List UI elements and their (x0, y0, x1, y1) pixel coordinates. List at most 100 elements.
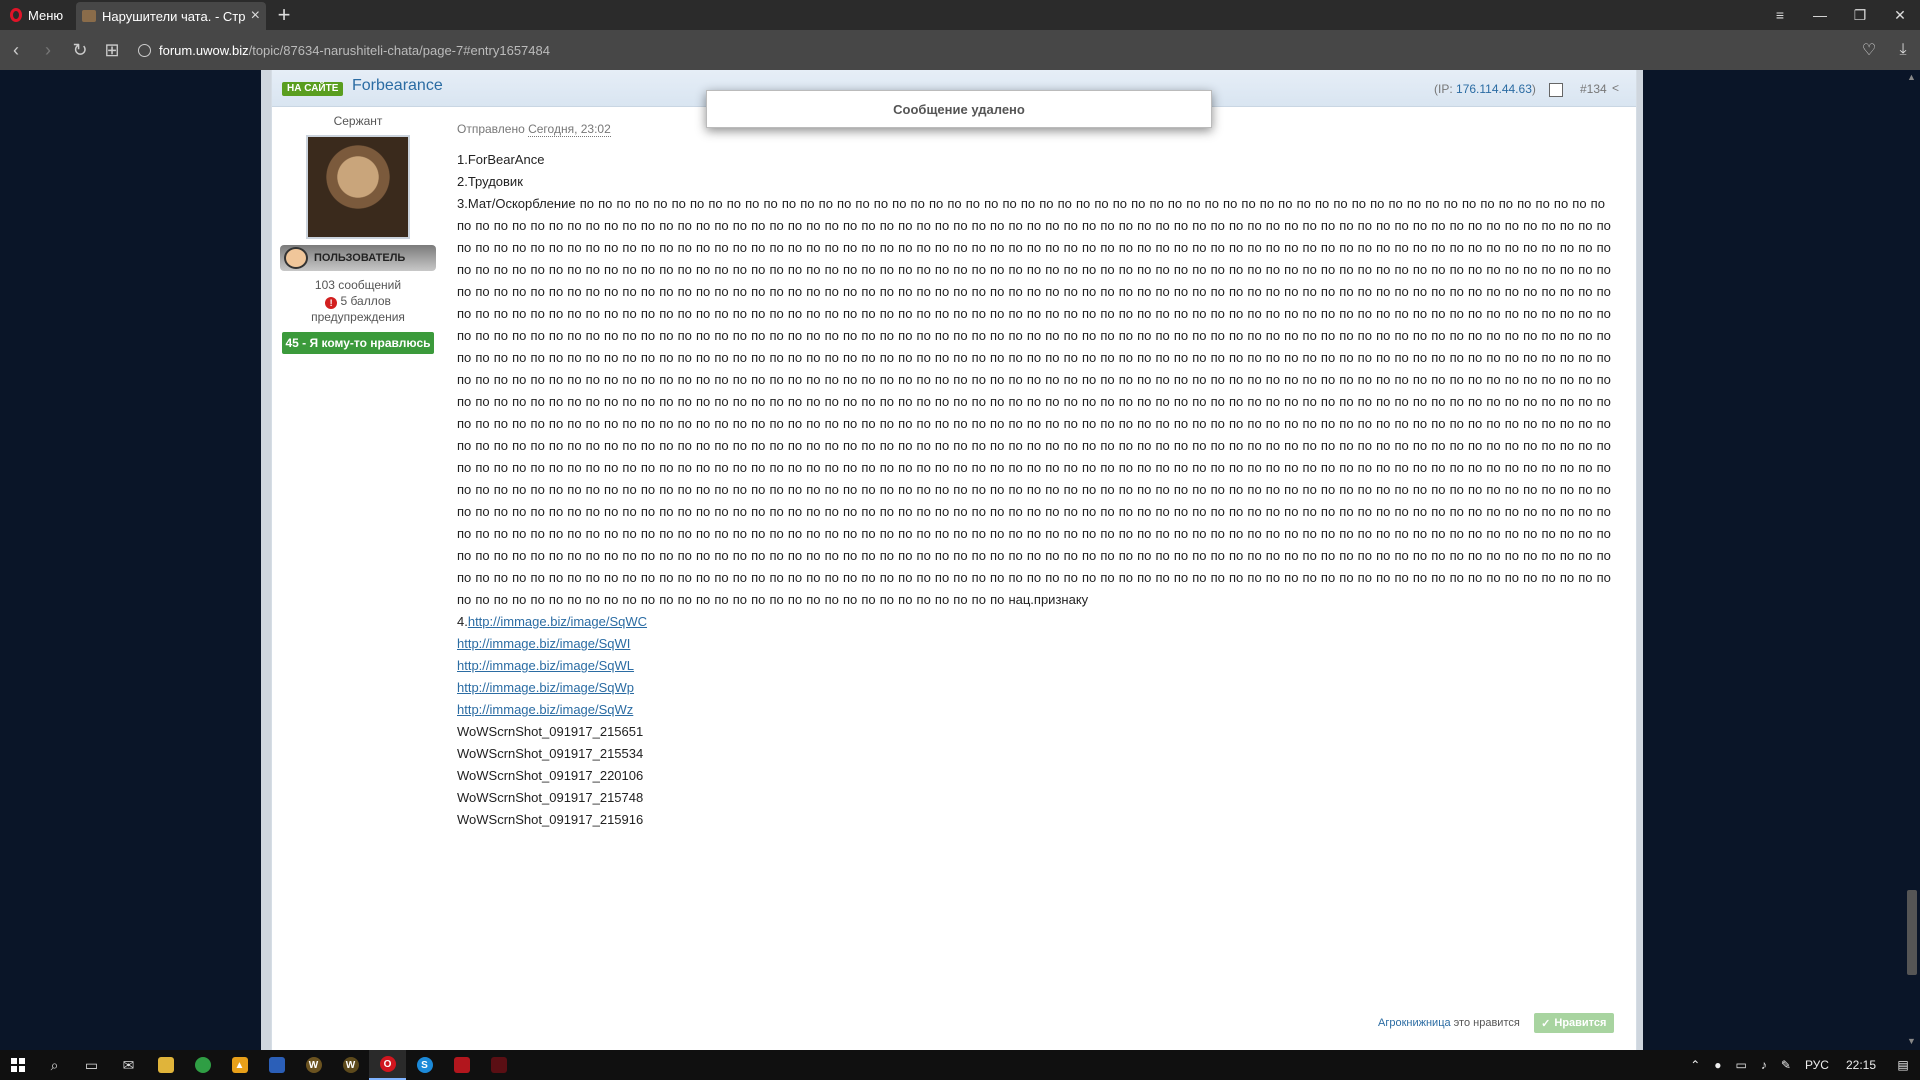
content-line-links: 4.http://immage.biz/image/SqWC (457, 611, 1617, 633)
select-post-checkbox[interactable] (1549, 83, 1563, 97)
author-column: Сержант ПОЛЬЗОВАТЕЛЬ 103 сообщений ! 5 б… (280, 114, 436, 354)
ip-close: ) (1531, 82, 1536, 96)
likes-row: Агрокнижница это нравится ✓ Нравится (1378, 1013, 1614, 1033)
forum-post: НА САЙТЕ Forbearance (IP: 176.114.44.63)… (271, 70, 1637, 1050)
pen-icon[interactable]: ✎ (1774, 1058, 1798, 1072)
share-icon[interactable]: < (1612, 81, 1619, 95)
post-count: 103 сообщений (314, 278, 402, 292)
like-button[interactable]: ✓ Нравится (1533, 1013, 1614, 1033)
user-group-icon (284, 247, 308, 269)
url-path: /topic/87634-narushiteli-chata/page-7#en… (248, 42, 550, 58)
action-center-icon[interactable]: ▤ (1886, 1058, 1920, 1072)
link-prefix: 4. (457, 614, 468, 629)
skype-icon[interactable]: S (406, 1050, 443, 1080)
bookmark-heart-icon[interactable]: ♡ (1852, 40, 1886, 60)
dark-app-icon[interactable] (480, 1050, 517, 1080)
screenshot-name: WoWScrnShot_091917_215748 (457, 790, 644, 805)
evidence-link[interactable]: http://immage.biz/image/SqWC (468, 614, 647, 629)
chrome-icon[interactable] (184, 1050, 221, 1080)
page-viewport: НА САЙТЕ Forbearance (IP: 176.114.44.63)… (0, 70, 1904, 1050)
evidence-link[interactable]: http://immage.biz/image/SqWz (457, 702, 633, 717)
opera-taskbar-icon[interactable]: O (369, 1050, 406, 1080)
network-icon[interactable]: ▭ (1729, 1058, 1754, 1072)
windows-logo-icon (11, 1058, 25, 1072)
evidence-link[interactable]: http://immage.biz/image/SqWp (457, 680, 634, 695)
date-label: Отправлено (457, 122, 529, 136)
reload-icon[interactable]: ↻ (64, 40, 96, 61)
windows-taskbar: ⌕ ▭ ✉ ▲ W W O S ⌃ ● ▭ ♪ ✎ РУС 22:15 ▤ (0, 1050, 1920, 1080)
content-line-reason: 3.Мат/Оскорбление по по по по по по по п… (457, 193, 1617, 611)
post-date: Отправлено Сегодня, 23:02 (457, 122, 1617, 137)
author-name-link[interactable]: Forbearance (352, 77, 443, 95)
address-bar: ‹ › ↻ ⊞ forum.uwow.biz/topic/87634-narus… (0, 30, 1920, 70)
tab-menu-icon[interactable]: ≡ (1760, 0, 1800, 30)
tab-favicon-icon (82, 10, 96, 22)
new-tab-button[interactable]: + (266, 0, 302, 30)
scroll-up-icon[interactable]: ▲ (1907, 72, 1916, 82)
mail-icon[interactable]: ✉ (110, 1050, 147, 1080)
like-button-label: Нравится (1554, 1017, 1607, 1029)
reason-prefix: 3.Мат/Оскорбление по по по по (457, 196, 654, 211)
avatar[interactable] (306, 135, 410, 239)
screenshot-name: WoWScrnShot_091917_220106 (457, 768, 644, 783)
warning-icon: ! (325, 297, 338, 309)
speed-dial-icon[interactable]: ⊞ (96, 40, 128, 61)
window-controls: ≡ — ❐ ✕ (1760, 0, 1920, 30)
task-view-icon[interactable]: ▭ (73, 1050, 110, 1080)
wow-launcher-icon[interactable]: W (295, 1050, 332, 1080)
language-indicator[interactable]: РУС (1798, 1058, 1836, 1072)
tray-notification-app-icon[interactable]: ● (1707, 1058, 1728, 1072)
ip-value-link[interactable]: 176.114.44.63 (1456, 82, 1532, 96)
start-button[interactable] (0, 1050, 36, 1080)
tab-close-icon[interactable]: × (251, 7, 260, 25)
back-icon[interactable]: ‹ (0, 40, 32, 61)
wow-game-icon[interactable]: W (332, 1050, 369, 1080)
liker-link[interactable]: Агрокнижница (1378, 1017, 1451, 1029)
online-badge: НА САЙТЕ (282, 82, 344, 96)
check-icon: ✓ (1541, 1017, 1551, 1030)
aimp-icon[interactable]: ▲ (221, 1050, 258, 1080)
group-badge: ПОЛЬЗОВАТЕЛЬ (280, 245, 436, 271)
ip-label: (IP: (1434, 82, 1457, 96)
scroll-thumb[interactable] (1907, 890, 1917, 975)
volume-icon[interactable]: ♪ (1754, 1058, 1774, 1072)
content-line-link-5: http://immage.biz/image/SqWz (457, 699, 1617, 721)
post-body: Отправлено Сегодня, 23:02 1.ForBearAnce … (457, 122, 1617, 831)
url-domain: forum.uwow.biz (159, 42, 249, 58)
menu-label: Меню (28, 7, 64, 23)
reason-suffix: по нац.признаку (985, 592, 1089, 607)
opera-menu-button[interactable]: Меню (0, 0, 76, 30)
content-line-class: 2.Трудовик (457, 174, 523, 189)
post-number-link[interactable]: #134 (1580, 82, 1607, 96)
tray-chevron-icon[interactable]: ⌃ (1683, 1058, 1707, 1072)
screenshot-name: WoWScrnShot_091917_215534 (457, 746, 644, 761)
file-explorer-icon[interactable] (147, 1050, 184, 1080)
search-icon[interactable]: ⌕ (36, 1050, 73, 1080)
content-line-link-2: http://immage.biz/image/SqWI (457, 633, 1617, 655)
forward-icon[interactable]: › (32, 40, 64, 61)
ip-info: (IP: 176.114.44.63) (1434, 82, 1536, 96)
scroll-down-icon[interactable]: ▼ (1907, 1036, 1916, 1046)
active-tab[interactable]: Нарушители чата. - Стра × (76, 2, 266, 30)
group-label: ПОЛЬЗОВАТЕЛЬ (314, 252, 406, 264)
page-scrollbar[interactable]: ▲ ▼ (1904, 70, 1920, 1050)
minimize-icon[interactable]: — (1800, 0, 1840, 30)
warning-points[interactable]: ! 5 баллов предупреждения (282, 293, 434, 325)
close-window-icon[interactable]: ✕ (1880, 0, 1920, 30)
evidence-link[interactable]: http://immage.biz/image/SqWL (457, 658, 634, 673)
reputation-badge: 45 - Я кому-то нравлюсь (282, 332, 434, 354)
save-app-icon[interactable] (258, 1050, 295, 1080)
post-content: 1.ForBearAnce 2.Трудовик 3.Мат/Оскорблен… (457, 149, 1617, 831)
system-tray: ⌃ ● ▭ ♪ ✎ РУС 22:15 ▤ (1683, 1050, 1920, 1080)
clock[interactable]: 22:15 (1836, 1058, 1886, 1072)
download-icon[interactable]: ⤓ (1886, 41, 1920, 59)
restore-icon[interactable]: ❐ (1840, 0, 1880, 30)
evidence-link[interactable]: http://immage.biz/image/SqWI (457, 636, 630, 651)
content-line-link-3: http://immage.biz/image/SqWL (457, 655, 1617, 677)
date-value: Сегодня, 23:02 (528, 122, 611, 137)
url-field[interactable]: forum.uwow.biz/topic/87634-narushiteli-c… (138, 37, 1844, 63)
opera-logo-icon (10, 8, 22, 22)
globe-icon (138, 43, 151, 57)
tab-bar: Меню Нарушители чата. - Стра × + ≡ — ❐ ✕ (0, 0, 1920, 30)
game-app-icon[interactable] (443, 1050, 480, 1080)
